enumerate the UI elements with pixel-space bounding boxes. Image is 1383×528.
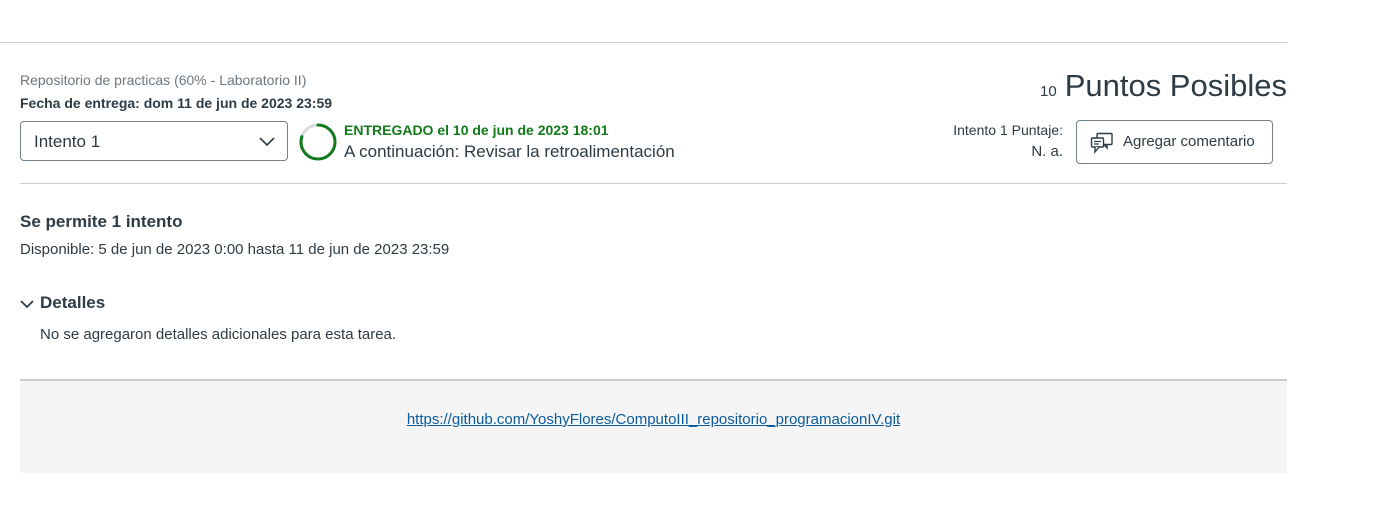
assignment-header: Repositorio de practicas (60% - Laborato… (20, 68, 1287, 184)
attempts-allowed: Se permite 1 intento (20, 212, 183, 231)
submission-status: ENTREGADO el 10 de jun de 2023 18:01 (344, 122, 609, 138)
attempt-select[interactable]: Intento 1 (20, 121, 288, 161)
progress-ring-icon (299, 123, 337, 161)
points-label: Puntos Posibles (1064, 68, 1287, 103)
attempt-select-value: Intento 1 (34, 132, 101, 151)
submission-url-link[interactable]: https://github.com/YoshyFlores/ComputoII… (20, 411, 1287, 428)
add-comment-label: Agregar comentario (1123, 133, 1255, 150)
points-possible: 10 Puntos Posibles (1040, 68, 1287, 104)
details-body: No se agregaron detalles adicionales par… (40, 326, 397, 343)
due-date: Fecha de entrega: dom 11 de jun de 2023 … (20, 95, 333, 111)
assignment-group-label: Repositorio de practicas (60% - Laborato… (20, 72, 307, 88)
attempt-score-label: Intento 1 Puntaje: (953, 122, 1063, 138)
comment-bubbles-icon (1090, 132, 1113, 154)
top-divider (0, 42, 1287, 43)
availability-dates: Disponible: 5 de jun de 2023 0:00 hasta … (20, 241, 450, 258)
chevron-down-icon (259, 137, 275, 147)
points-value: 10 (1040, 83, 1057, 100)
details-label: Detalles (40, 293, 106, 312)
attempt-score-value: N. a. (1031, 143, 1063, 160)
add-comment-button[interactable]: Agregar comentario (1076, 120, 1273, 164)
assignment-page: Repositorio de practicas (60% - Laborato… (0, 0, 1383, 528)
submission-preview: https://github.com/YoshyFlores/ComputoII… (20, 379, 1287, 473)
header-divider (20, 183, 1287, 184)
next-step-text: A continuación: Revisar la retroalimenta… (344, 142, 675, 161)
chevron-down-icon (20, 300, 34, 309)
